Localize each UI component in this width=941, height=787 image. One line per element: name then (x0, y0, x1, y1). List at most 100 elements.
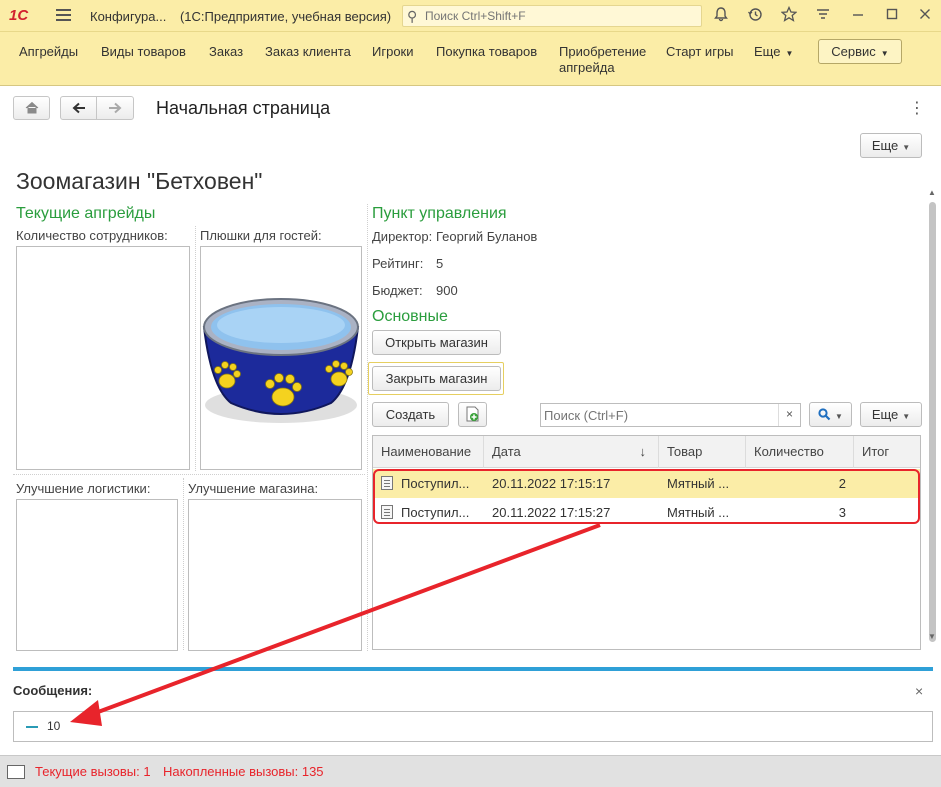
page-more-button[interactable]: Еще ▼ (860, 133, 922, 158)
budget-label: Бюджет: (372, 283, 423, 298)
windows-icon[interactable] (7, 765, 25, 779)
scroll-down-icon[interactable]: ▼ (928, 632, 936, 641)
cell-name-text: Поступил... (401, 476, 470, 491)
chevron-down-icon: ▼ (902, 143, 911, 152)
column-name[interactable]: Наименование (373, 436, 484, 468)
cell-name: Поступил... (373, 498, 484, 527)
star-icon[interactable] (779, 5, 799, 26)
control-group-title: Пункт управления (372, 205, 507, 222)
add-from-template-button[interactable] (458, 402, 487, 427)
section-goods-purchase[interactable]: Покупка товаров (436, 44, 537, 60)
cell-date: 20.11.2022 17:15:27 (492, 505, 611, 520)
section-order[interactable]: Заказ (209, 44, 243, 60)
logistics-label: Улучшение логистики: (16, 481, 151, 496)
close-store-button[interactable]: Закрыть магазин (372, 366, 501, 391)
create-button[interactable]: Создать (372, 402, 449, 427)
director-value: Георгий Буланов (436, 229, 538, 244)
section-product-types[interactable]: Виды товаров (101, 44, 186, 60)
back-button[interactable] (60, 96, 97, 120)
search-icon (818, 408, 831, 421)
add-document-icon (466, 406, 478, 422)
section-upgrade-acquisition[interactable]: Приобретение апгрейда (559, 44, 659, 76)
pet-bowl-image (202, 298, 360, 423)
home-icon (25, 101, 38, 114)
page-title: Начальная страница (156, 98, 331, 118)
section-start-game[interactable]: Старт игры (666, 44, 734, 60)
sort-arrow-icon: ↓ (639, 444, 647, 459)
close-icon[interactable] (915, 6, 935, 26)
list-search[interactable]: × (540, 403, 801, 427)
column-quantity[interactable]: Количество (746, 436, 854, 468)
column-date-label: Дата (492, 444, 521, 459)
column-total[interactable]: Итог (854, 436, 920, 468)
app-logo: 1С (9, 7, 29, 24)
more-actions-icon[interactable]: ⋮ (909, 98, 925, 118)
column-product[interactable]: Товар (659, 436, 746, 468)
column-date[interactable]: Дата ↓ (484, 436, 659, 468)
table-row[interactable]: Поступил... 20.11.2022 17:15:27 Мятный .… (373, 498, 920, 527)
chevron-down-icon: ▼ (785, 49, 794, 58)
employees-label: Количество сотрудников: (16, 228, 168, 243)
arrow-right-icon (109, 102, 122, 114)
section-more[interactable]: Еще ▼ (754, 44, 793, 62)
history-icon[interactable] (745, 6, 765, 26)
document-icon (381, 505, 393, 519)
chevron-down-icon: ▼ (835, 412, 843, 421)
rating-label: Рейтинг: (372, 256, 424, 271)
store-title: Зоомагазин "Бетховен" (16, 168, 263, 194)
search-icon: ⚲ (407, 8, 418, 24)
main-group-title: Основные (372, 308, 448, 325)
home-button[interactable] (13, 96, 50, 120)
divider (367, 204, 368, 651)
goodies-picture (200, 246, 362, 470)
scrollbar-thumb[interactable] (929, 202, 936, 642)
main-menu-icon[interactable] (56, 9, 71, 21)
table-row[interactable]: Поступил... 20.11.2022 17:15:17 Мятный .… (373, 469, 920, 498)
messages-separator (13, 667, 933, 671)
close-messages-icon[interactable]: × (915, 683, 923, 699)
search-options-button[interactable]: ▼ (809, 402, 852, 427)
director-label: Директор: (372, 229, 433, 244)
maximize-icon[interactable] (882, 6, 902, 26)
receipts-table[interactable]: Наименование Дата ↓ Товар Количество Ито… (372, 435, 921, 650)
section-players[interactable]: Игроки (372, 44, 414, 60)
clear-search-icon[interactable]: × (778, 404, 800, 426)
cell-quantity: 2 (838, 476, 846, 491)
budget-value: 900 (436, 283, 458, 298)
section-upgrades[interactable]: Апгрейды (19, 44, 78, 60)
settings-icon[interactable] (813, 6, 833, 26)
global-search[interactable]: ⚲ (402, 5, 702, 27)
list-more-label: Еще (871, 407, 899, 422)
cell-product: Мятный ... (667, 505, 730, 520)
list-search-input[interactable] (544, 407, 774, 423)
global-search-input[interactable] (425, 8, 695, 24)
current-calls: Текущие вызовы: 1 (35, 764, 151, 779)
form-scrollbar[interactable]: ▲ ▼ (926, 188, 938, 646)
accumulated-calls: Накопленные вызовы: 135 (163, 764, 324, 779)
section-client-order[interactable]: Заказ клиента (265, 44, 351, 60)
messages-title: Сообщения: (13, 683, 93, 698)
forward-button[interactable] (96, 96, 134, 120)
chevron-down-icon: ▼ (902, 412, 911, 421)
bell-icon[interactable] (711, 6, 731, 26)
scroll-up-icon[interactable]: ▲ (928, 188, 936, 197)
service-button[interactable]: Сервис ▼ (818, 39, 902, 64)
goodies-label: Плюшки для гостей: (200, 228, 322, 243)
list-more-button[interactable]: Еще ▼ (860, 402, 922, 427)
upgrades-group-title: Текущие апгрейды (16, 205, 156, 222)
status-bar: Текущие вызовы: 1 Накопленные вызовы: 13… (0, 755, 941, 787)
document-icon (381, 476, 393, 490)
arrow-left-icon (72, 102, 85, 114)
chevron-down-icon: ▼ (880, 49, 889, 58)
logistics-picture (16, 499, 178, 651)
open-store-button[interactable]: Открыть магазин (372, 330, 501, 355)
rating-value: 5 (436, 256, 444, 271)
section-more-label: Еще (754, 44, 781, 59)
minimize-icon[interactable] (848, 6, 868, 26)
cell-quantity: 3 (838, 505, 846, 520)
divider (183, 478, 184, 650)
divider (195, 226, 196, 471)
cell-name: Поступил... (373, 469, 484, 498)
message-marker-icon (26, 726, 38, 728)
cell-product: Мятный ... (667, 476, 730, 491)
